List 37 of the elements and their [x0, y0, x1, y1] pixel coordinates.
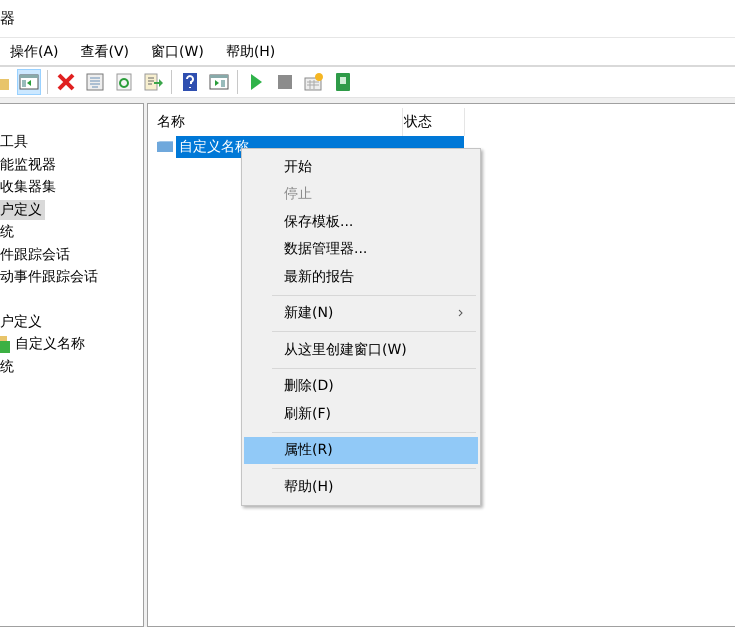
tree-item[interactable]: 件跟踪会话: [0, 244, 73, 265]
tree-item[interactable]: 统: [0, 222, 17, 242]
context-menu-item[interactable]: 属性(R): [244, 436, 478, 464]
tree-item[interactable]: 统: [0, 356, 17, 377]
menu-item[interactable]: 窗口(W): [143, 42, 212, 60]
collector-icon: [0, 335, 10, 354]
tree-item[interactable]: 动事件跟踪会话: [0, 267, 101, 288]
pane-icon: [209, 72, 229, 92]
new-report-icon: [304, 72, 324, 92]
tree-item[interactable]: 工具: [0, 132, 31, 152]
tree-item[interactable]: 收集器集: [0, 177, 59, 198]
context-menu-item[interactable]: 从这里创建窗口(W): [244, 336, 478, 364]
context-menu-item[interactable]: 刷新(F): [244, 400, 478, 428]
book-icon: [333, 72, 353, 92]
tree-item[interactable]: 能监视器: [0, 154, 59, 175]
delete-icon: [56, 72, 76, 92]
tree-item[interactable]: 自定义名称: [15, 334, 88, 354]
refresh-icon: [114, 72, 134, 92]
menu-item[interactable]: 帮助(H): [218, 42, 284, 60]
data-collector-icon: [156, 140, 174, 154]
context-menu-item[interactable]: 保存模板...: [244, 208, 478, 236]
menu-item[interactable]: 操作(A): [2, 42, 67, 60]
context-menu-item[interactable]: 帮助(H): [244, 473, 478, 500]
properties-icon: [85, 72, 105, 92]
export-icon: [143, 72, 163, 92]
pane-icon: [19, 72, 39, 92]
stop-icon: [275, 72, 295, 92]
menu-item[interactable]: 查看(V): [72, 42, 138, 60]
toolbar-button[interactable]: [17, 69, 41, 95]
tree-item[interactable]: 户定义: [0, 312, 45, 332]
window-title: 器: [0, 9, 15, 28]
context-menu-item[interactable]: 最新的报告: [244, 263, 478, 290]
help-icon: [180, 72, 200, 92]
context-menu-item[interactable]: 数据管理器...: [244, 236, 478, 263]
context-menu-item[interactable]: 删除(D): [244, 372, 478, 400]
context-menu-item[interactable]: 新建(N): [244, 300, 478, 327]
tree-item[interactable]: 户定义: [0, 200, 45, 220]
